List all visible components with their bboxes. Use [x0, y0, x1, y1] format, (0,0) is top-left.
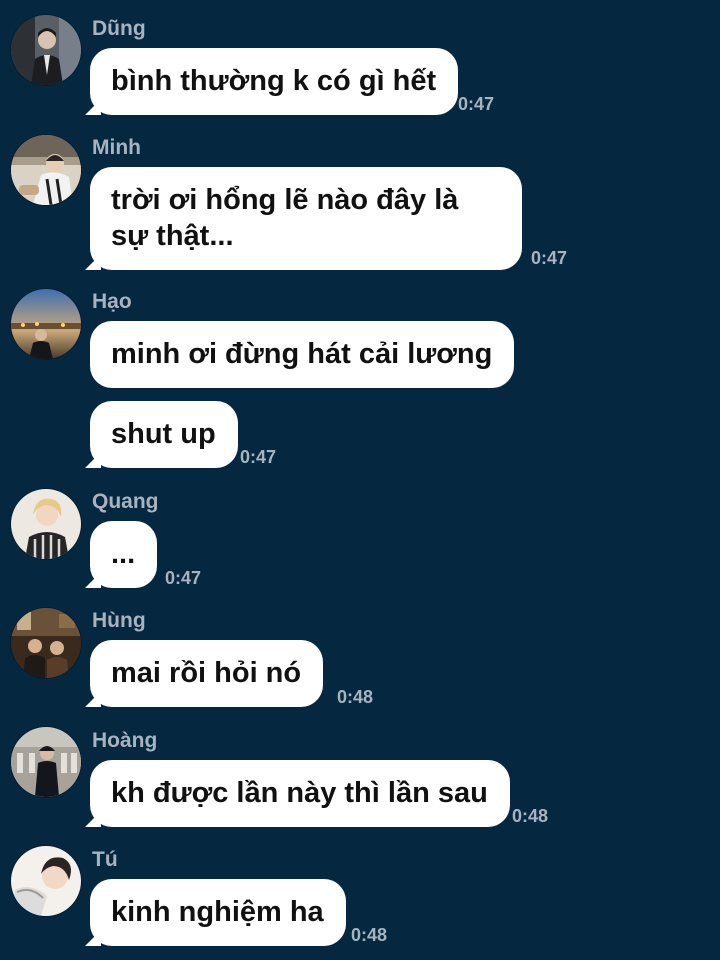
sender-name: Hùng	[92, 609, 146, 632]
bubble-tail	[85, 452, 101, 468]
message-text: minh ơi đừng hát cải lương	[111, 338, 493, 370]
message-time: 0:47	[531, 248, 568, 268]
avatar-hung[interactable]	[11, 608, 81, 678]
message-bubble[interactable]: mai rồi hỏi nó	[85, 640, 324, 707]
avatar-hoang[interactable]	[11, 727, 81, 797]
sender-name: Hoàng	[92, 729, 158, 752]
bubble-tail	[85, 99, 101, 115]
message-time: 0:47	[240, 447, 277, 467]
avatar-quang[interactable]	[11, 489, 81, 559]
message-text: kinh nghiệm ha	[111, 896, 324, 928]
bubble-tail	[85, 691, 101, 707]
avatar-minh[interactable]	[11, 135, 81, 205]
avatar-tu[interactable]	[11, 846, 81, 916]
message-text: bình thường k có gì hết	[111, 65, 437, 97]
sender-name: Minh	[92, 136, 141, 159]
message-time: 0:47	[165, 568, 202, 588]
message-time: 0:48	[337, 687, 374, 707]
message-time: 0:48	[512, 806, 549, 826]
message-bubble[interactable]: trời ơi hổng lẽ nào đây là sự thật...	[85, 167, 522, 270]
bubble-tail	[85, 572, 101, 588]
message-text: trời ơi hổng lẽ nào đây là sự thật...	[111, 184, 459, 252]
message-bubble[interactable]: kinh nghiệm ha	[85, 879, 346, 946]
message-bubble[interactable]: minh ơi đừng hát cải lương	[90, 321, 515, 388]
sender-name: Quang	[92, 490, 159, 513]
avatar-hao[interactable]	[11, 289, 81, 359]
bubble-tail	[85, 930, 101, 946]
message-bubble[interactable]: kh được lần này thì lần sau	[85, 760, 510, 827]
message-bubble[interactable]: ...	[85, 521, 158, 588]
bubble-tail	[85, 254, 101, 270]
sender-name: Hạo	[92, 290, 132, 313]
message-bubble[interactable]: shut up	[85, 401, 238, 468]
message-time: 0:47	[458, 94, 495, 114]
message-text: mai rồi hỏi nó	[111, 657, 302, 689]
message-bubble[interactable]: bình thường k có gì hết	[85, 48, 459, 115]
bubble-tail	[85, 811, 101, 827]
message-time: 0:48	[351, 925, 388, 945]
sender-name: Dũng	[92, 17, 146, 40]
sender-name: Tú	[92, 848, 118, 871]
message-text: kh được lần này thì lần sau	[111, 777, 488, 809]
message-text: shut up	[111, 418, 216, 450]
message-text: ...	[111, 538, 136, 570]
avatar-dung[interactable]	[11, 15, 81, 85]
